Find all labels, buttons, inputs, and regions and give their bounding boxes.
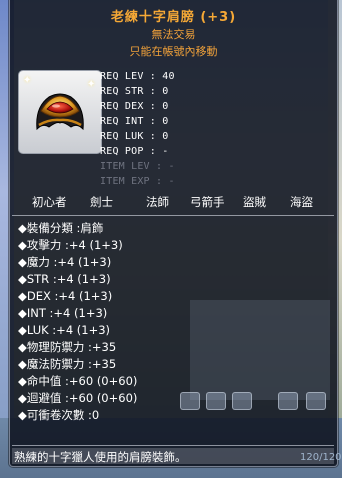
background-counter: 120/120 (300, 452, 342, 463)
stat-line: ◆裝備分類 :肩飾 (18, 221, 104, 235)
req-lev: REQ LEV : 40 (100, 71, 175, 82)
stat-line: ◆物理防禦力 :+35 (18, 340, 117, 354)
sparkle-icon: ✦ (23, 75, 32, 86)
stat-line: ◆STR :+4 (1+3) (18, 272, 111, 286)
stat-line: ◆INT :+4 (1+3) (18, 306, 108, 320)
req-int: REQ INT : 0 (100, 116, 169, 127)
stat-line: ◆攻擊力 :+4 (1+3) (18, 238, 123, 252)
job-thief: 盜賊 (243, 195, 266, 209)
item-icon-frame: ✦ ✦ (18, 70, 102, 154)
job-magician: 法師 (146, 195, 169, 209)
item-tooltip: 老練十字肩膀 (+3) 無法交易 只能在帳號內移動 ✦ ✦ REQ LEV: … (9, 0, 342, 467)
stat-line: ◆迴避值 :+60 (0+60) (18, 391, 138, 405)
job-warrior: 劍士 (90, 195, 113, 209)
stat-line: ◆可衝卷次數 :0 (18, 408, 100, 422)
job-list: 初心者 劍士 法師 弓箭手 盜賊 海盜 (10, 194, 337, 210)
job-bowman: 弓箭手 (190, 195, 225, 209)
stat-line: ◆魔力 :+4 (1+3) (18, 255, 112, 269)
req-luk: REQ LUK : 0 (100, 131, 169, 142)
stat-line: ◆魔法防禦力 :+35 (18, 357, 117, 371)
background-button (232, 392, 252, 410)
background-panel (190, 300, 330, 400)
item-description: 熟練的十字獵人使用的肩膀裝飾。 (14, 450, 187, 464)
divider (12, 215, 334, 216)
background-button (306, 392, 326, 410)
stat-line: ◆DEX :+4 (1+3) (18, 289, 113, 303)
item-exp: ITEM EXP : - (100, 176, 175, 187)
trade-status: 無法交易 (151, 28, 196, 41)
stat-line: ◆命中值 :+60 (0+60) (18, 374, 138, 388)
stat-line: ◆LUK :+4 (1+3) (18, 323, 111, 337)
background-button (278, 392, 298, 410)
req-dex: REQ DEX : 0 (100, 101, 169, 112)
divider (12, 445, 334, 446)
req-pop: REQ POP : - (100, 146, 169, 157)
background-button (180, 392, 200, 410)
move-status: 只能在帳號內移動 (129, 45, 218, 58)
item-lev: ITEM LEV : - (100, 161, 175, 172)
sparkle-icon: ✦ (87, 79, 96, 90)
job-pirate: 海盜 (290, 195, 313, 209)
background-button (206, 392, 226, 410)
job-beginner: 初心者 (32, 195, 67, 209)
item-name: 老練十字肩膀 (+3) (110, 10, 237, 25)
req-str: REQ STR : 0 (100, 86, 169, 97)
